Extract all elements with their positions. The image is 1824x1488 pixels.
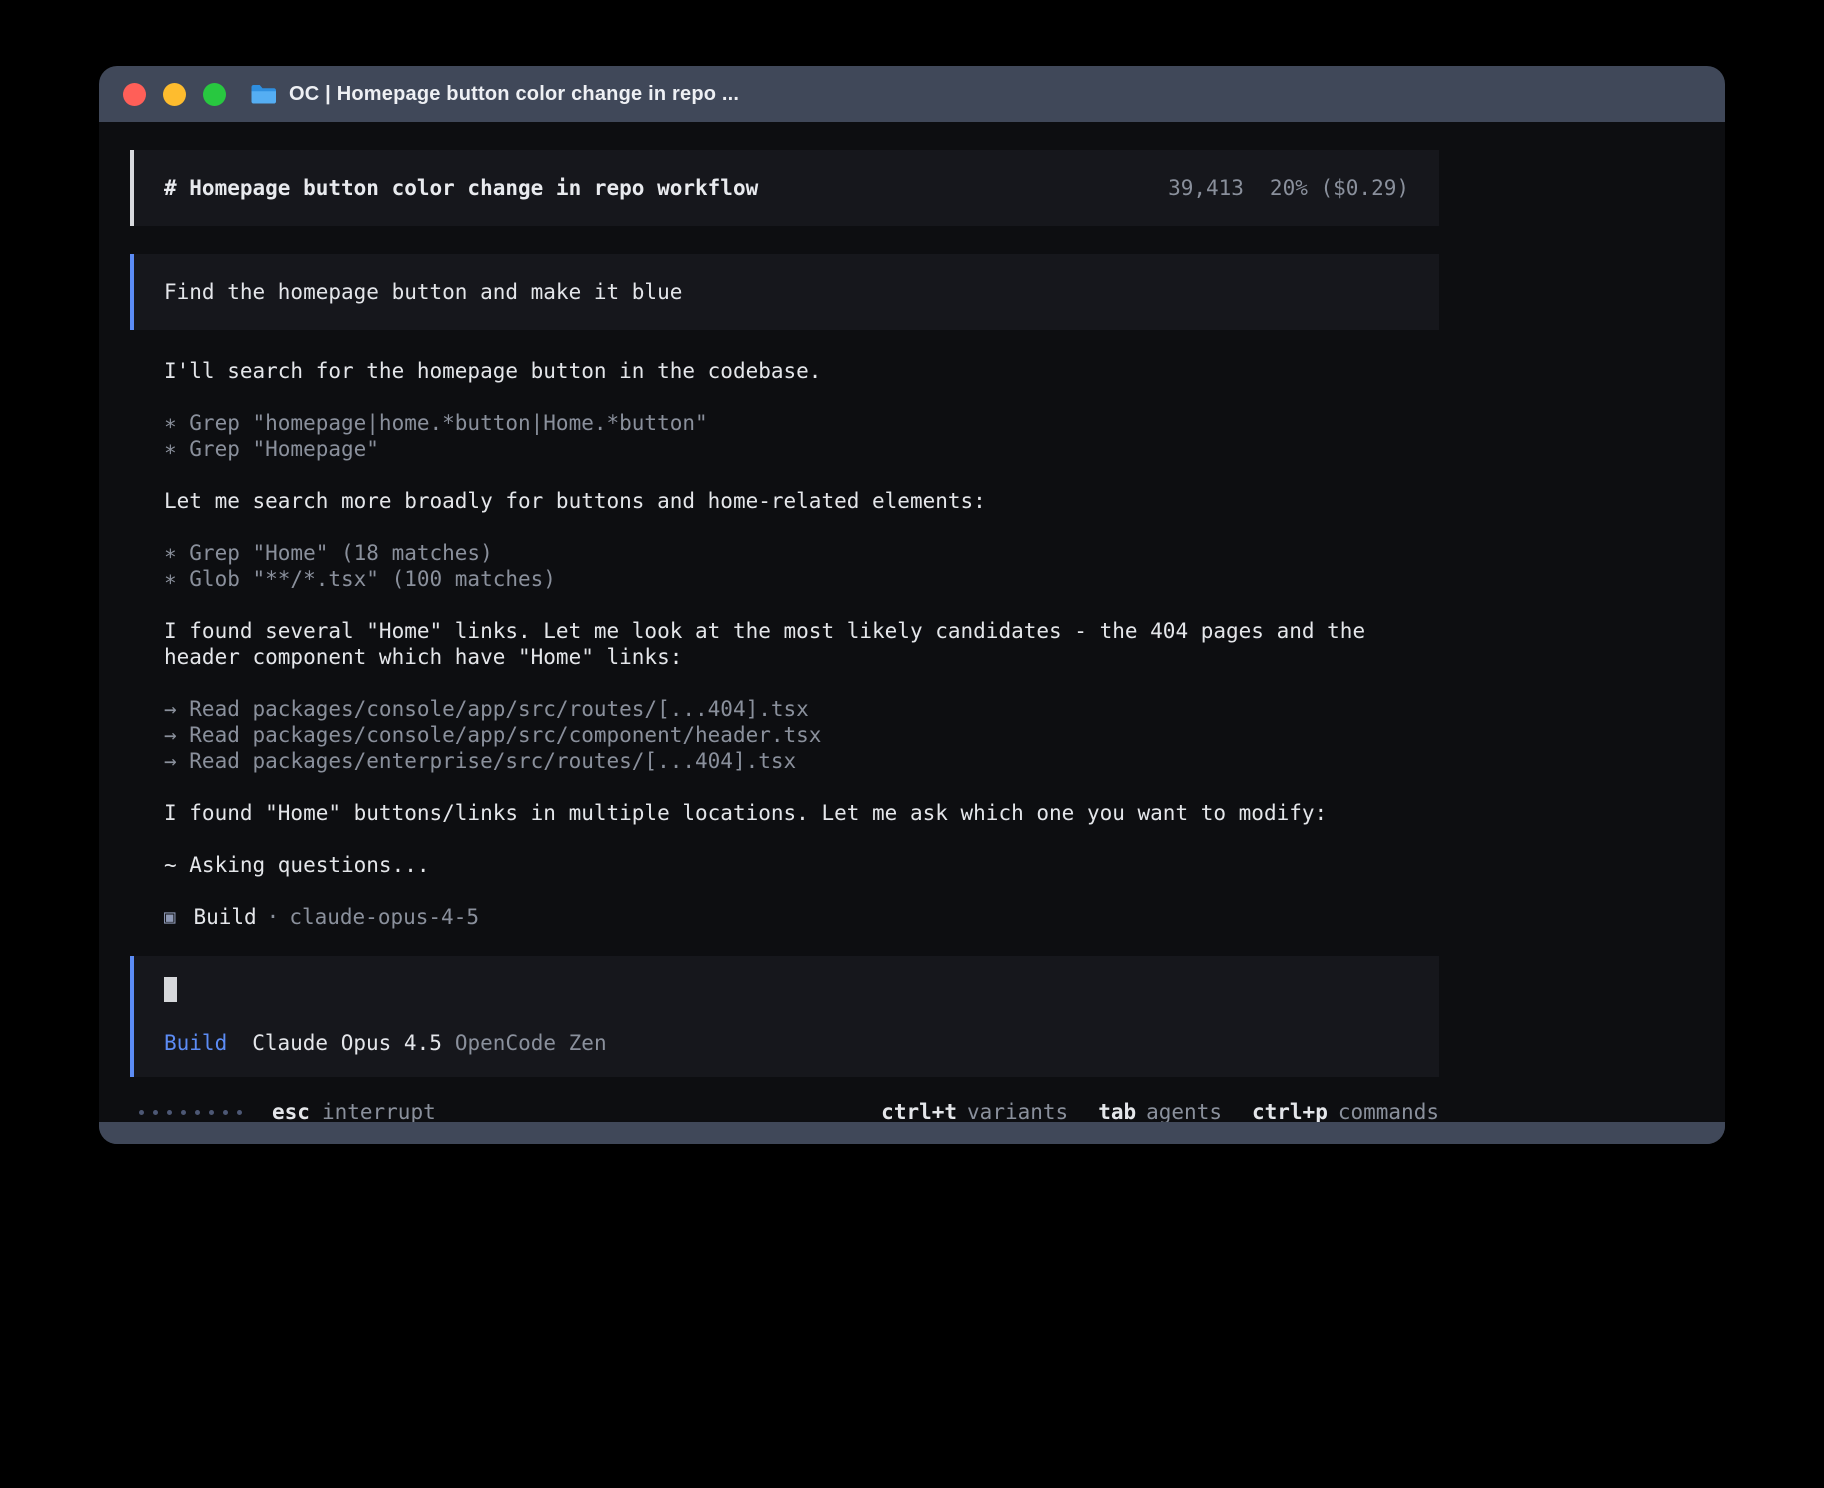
assistant-paragraph: I'll search for the homepage button in t… xyxy=(164,358,1439,384)
session-header: # Homepage button color change in repo w… xyxy=(130,150,1439,226)
file-read-line: → Read packages/enterprise/src/routes/[.… xyxy=(164,748,1439,774)
tool-call-line: ∗ Glob "**/*.tsx" (100 matches) xyxy=(164,566,1439,592)
user-message: Find the homepage button and make it blu… xyxy=(130,254,1439,330)
tool-call-line: ∗ Grep "homepage|home.*button|Home.*butt… xyxy=(164,410,1439,436)
agents-hint: tab agents xyxy=(1098,1099,1222,1122)
traffic-lights xyxy=(123,83,226,106)
session-title: # Homepage button color change in repo w… xyxy=(164,175,758,201)
input-meta: Build Claude Opus 4.5 OpenCode Zen xyxy=(164,1030,1409,1056)
folder-icon xyxy=(250,83,277,105)
terminal-window: OC | Homepage button color change in rep… xyxy=(99,66,1725,1144)
agent-status-line: ▣ Build · claude-opus-4-5 xyxy=(164,904,1439,930)
tool-call-line: ∗ Grep "Home" (18 matches) xyxy=(164,540,1439,566)
prompt-input[interactable]: Build Claude Opus 4.5 OpenCode Zen xyxy=(130,956,1439,1077)
agent-separator: · xyxy=(267,904,280,930)
zoom-button[interactable] xyxy=(203,83,226,106)
commands-hint: ctrl+p commands xyxy=(1252,1099,1439,1122)
agent-name: Build xyxy=(193,904,256,930)
window-title: OC | Homepage button color change in rep… xyxy=(289,83,739,106)
user-message-text: Find the homepage button and make it blu… xyxy=(164,280,682,304)
context-usage: 20% ($0.29) xyxy=(1270,175,1409,201)
titlebar: OC | Homepage button color change in rep… xyxy=(99,66,1725,122)
shortcut-hints: ctrl+t variants tab agents ctrl+p comman… xyxy=(881,1099,1439,1122)
mode-label: Build xyxy=(164,1030,227,1056)
esc-label: interrupt xyxy=(322,1099,436,1122)
session-stats: 39,413 20% ($0.29) xyxy=(1168,175,1409,201)
agent-model: claude-opus-4-5 xyxy=(289,904,479,930)
build-agent-icon: ▣ xyxy=(164,904,175,930)
terminal-content: # Homepage button color change in repo w… xyxy=(99,122,1725,1122)
tool-call-line: ∗ Grep "Homepage" xyxy=(164,436,1439,462)
close-button[interactable] xyxy=(123,83,146,106)
progress-spinner-icon xyxy=(139,1110,242,1115)
interrupt-hint: esc interrupt xyxy=(272,1099,436,1122)
status-line: ~ Asking questions... xyxy=(164,852,1439,878)
variants-hint: ctrl+t variants xyxy=(881,1099,1068,1122)
transcript: I'll search for the homepage button in t… xyxy=(130,358,1439,930)
assistant-paragraph: Let me search more broadly for buttons a… xyxy=(164,488,1439,514)
token-count: 39,413 xyxy=(1168,175,1244,201)
text-cursor xyxy=(164,977,177,1002)
minimize-button[interactable] xyxy=(163,83,186,106)
assistant-paragraph: I found several "Home" links. Let me loo… xyxy=(164,618,1439,670)
window-footer xyxy=(99,1122,1725,1144)
statusbar: esc interrupt ctrl+t variants tab agents… xyxy=(130,1099,1439,1122)
file-read-line: → Read packages/console/app/src/routes/[… xyxy=(164,696,1439,722)
model-label: Claude Opus 4.5 xyxy=(252,1030,442,1056)
esc-key: esc xyxy=(272,1099,310,1122)
assistant-paragraph: I found "Home" buttons/links in multiple… xyxy=(164,800,1439,826)
provider-label: OpenCode Zen xyxy=(455,1030,607,1056)
file-read-line: → Read packages/console/app/src/componen… xyxy=(164,722,1439,748)
